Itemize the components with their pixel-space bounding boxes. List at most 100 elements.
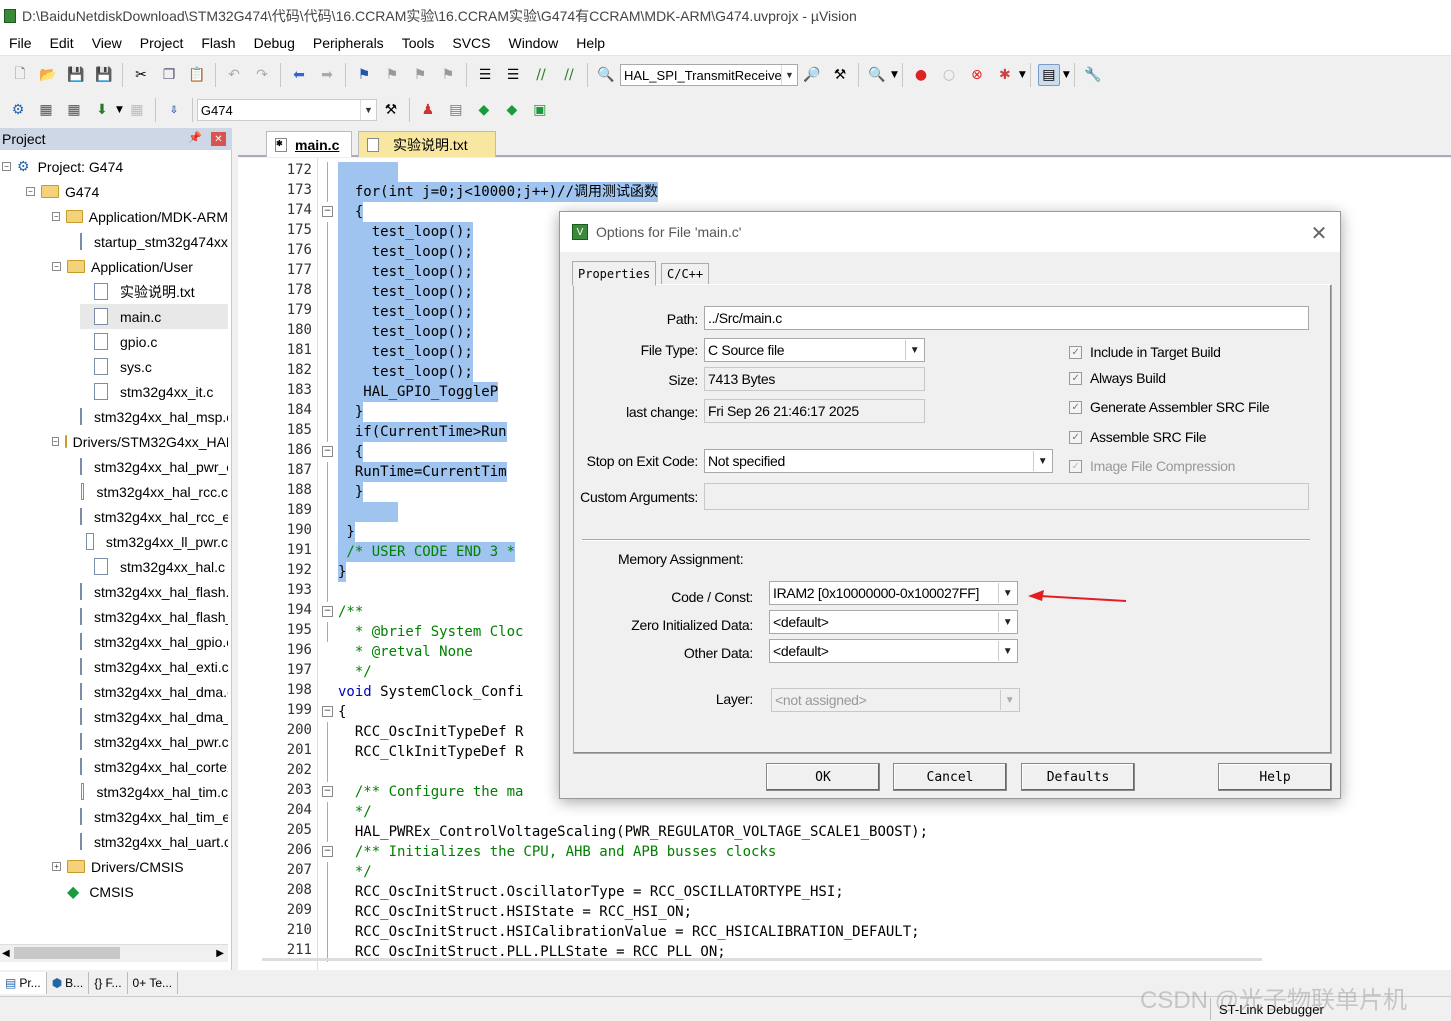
fold-collapse-icon[interactable]: − xyxy=(322,706,333,717)
tree-file-item[interactable]: gpio.c xyxy=(80,329,228,354)
collapse-icon[interactable]: − xyxy=(52,437,59,446)
comment-icon[interactable]: // xyxy=(530,64,552,86)
menu-tools[interactable]: Tools xyxy=(393,35,444,51)
dialog-close-icon[interactable]: ✕ xyxy=(1308,221,1330,245)
breakpoint-icon[interactable]: ● xyxy=(910,64,932,86)
debug-start-icon[interactable]: 🔍 xyxy=(866,64,888,86)
code-line[interactable]: */ xyxy=(338,802,372,822)
translate-icon[interactable]: ⚙ xyxy=(7,99,29,121)
menu-view[interactable]: View xyxy=(83,35,131,51)
code-line[interactable]: /* USER CODE END 3 * xyxy=(338,542,516,562)
uncomment-icon[interactable]: // xyxy=(558,64,580,86)
tree-folder-item[interactable]: − Application/MDK-ARM xyxy=(52,204,228,229)
tab-project[interactable]: ▤ Pr... xyxy=(0,972,47,994)
fold-collapse-icon[interactable]: − xyxy=(322,786,333,797)
scrollbar-thumb[interactable] xyxy=(14,947,120,959)
redo-icon[interactable]: ↷ xyxy=(251,64,273,86)
clear-bookmarks-icon[interactable]: ⚑ xyxy=(437,64,459,86)
indent-icon[interactable]: ☰ xyxy=(474,64,496,86)
code-line[interactable]: test_loop(); xyxy=(338,262,473,282)
fold-collapse-icon[interactable]: − xyxy=(322,846,333,857)
tree-folder-item[interactable]: + Drivers/CMSIS xyxy=(52,854,228,879)
tab-properties[interactable]: Properties xyxy=(572,261,657,286)
collapse-icon[interactable]: − xyxy=(52,262,61,271)
tab-c-cpp[interactable]: C/C++ xyxy=(661,263,710,284)
disable-all-breakpoints-icon[interactable]: ✱ xyxy=(994,64,1016,86)
paste-icon[interactable]: 📋 xyxy=(186,64,208,86)
target-options-icon[interactable]: ⚒ xyxy=(380,99,402,121)
find-icon[interactable]: 🔎 xyxy=(801,64,823,86)
code-line[interactable]: RCC_OscInitStruct.HSIState = RCC_HSI_ON; xyxy=(338,902,692,922)
tree-target-item[interactable]: − G474 xyxy=(26,179,228,204)
menu-svcs[interactable]: SVCS xyxy=(443,35,499,51)
cancel-button[interactable]: Cancel xyxy=(893,763,1007,791)
code-line[interactable]: { xyxy=(338,202,364,222)
code-line[interactable]: if(CurrentTime>Run xyxy=(338,422,507,442)
editor-hscroll[interactable] xyxy=(262,958,1262,961)
stop-build-icon[interactable]: ▦ xyxy=(126,99,148,121)
find-in-files-icon[interactable]: 🔍 xyxy=(595,64,617,86)
code-line[interactable]: } xyxy=(338,402,364,422)
tree-file-item[interactable]: stm32g4xx_hal_pwr_ex.c xyxy=(80,454,228,479)
close-icon[interactable]: ✕ xyxy=(211,132,226,146)
nav-back-icon[interactable]: ⬅ xyxy=(288,64,310,86)
code-line[interactable]: /** Configure the ma xyxy=(338,782,524,802)
other-data-select[interactable]: <default> ▼ xyxy=(769,639,1018,663)
code-line[interactable]: */ xyxy=(338,862,372,882)
build-icon[interactable]: ▦ xyxy=(35,99,57,121)
code-line[interactable]: RCC_OscInitStruct.HSICalibrationValue = … xyxy=(338,922,920,942)
tree-file-item[interactable]: stm32g4xx_hal_tim.c xyxy=(80,779,228,804)
fold-collapse-icon[interactable]: − xyxy=(322,206,333,217)
cut-icon[interactable]: ✂ xyxy=(130,64,152,86)
menu-project[interactable]: Project xyxy=(131,35,193,51)
tree-file-item[interactable]: stm32g4xx_it.c xyxy=(80,379,228,404)
code-line[interactable]: test_loop(); xyxy=(338,242,473,262)
fold-collapse-icon[interactable]: − xyxy=(322,606,333,617)
target-select[interactable]: G474 ▼ xyxy=(196,99,377,121)
tab-main-c[interactable]: ✱ main.c xyxy=(266,131,352,157)
tree-file-item[interactable]: stm32g4xx_hal_dma_ex.c xyxy=(80,704,228,729)
menu-flash[interactable]: Flash xyxy=(192,35,244,51)
tree-file-item[interactable]: stm32g4xx_hal_cortex.c xyxy=(80,754,228,779)
select-software-packs-icon[interactable]: ◆ xyxy=(501,99,523,121)
collapse-icon[interactable]: − xyxy=(52,212,61,221)
code-line[interactable]: { xyxy=(338,442,364,462)
assemble-src-checkbox[interactable]: ✓ Assemble SRC File xyxy=(1069,429,1207,445)
code-line[interactable] xyxy=(338,762,346,782)
ok-button[interactable]: OK xyxy=(766,763,880,791)
menu-debug[interactable]: Debug xyxy=(245,35,304,51)
manage-components-icon[interactable]: ♟ xyxy=(417,99,439,121)
code-line[interactable]: { xyxy=(338,702,346,722)
defaults-button[interactable]: Defaults xyxy=(1021,763,1135,791)
configure-icon[interactable]: 🔧 xyxy=(1082,64,1104,86)
code-line[interactable]: HAL_PWREx_ControlVoltageScaling(PWR_REGU… xyxy=(338,822,928,842)
unindent-icon[interactable]: ☰ xyxy=(502,64,524,86)
tab-readme-txt[interactable]: 实验说明.txt xyxy=(358,131,496,157)
code-line[interactable]: test_loop(); xyxy=(338,362,473,382)
code-line[interactable]: /** Initializes the CPU, AHB and APB bus… xyxy=(338,842,776,862)
code-line[interactable]: RCC_OscInitTypeDef R xyxy=(338,722,524,742)
tree-file-item[interactable]: stm32g4xx_hal.c xyxy=(80,554,228,579)
tree-file-item[interactable]: stm32g4xx_hal_dma.c xyxy=(80,679,228,704)
tree-cmsis-item[interactable]: ◆ CMSIS xyxy=(52,879,228,904)
fold-collapse-icon[interactable]: − xyxy=(322,446,333,457)
include-target-build-checkbox[interactable]: ✓ Include in Target Build xyxy=(1069,344,1221,360)
manage-rte-icon[interactable]: ◆ xyxy=(473,99,495,121)
code-line[interactable]: test_loop(); xyxy=(338,342,473,362)
code-line[interactable]: } xyxy=(338,562,347,582)
tree-file-item[interactable]: stm32g4xx_hal_rcc.c xyxy=(80,479,228,504)
tree-folder-item[interactable]: − Application/User xyxy=(52,254,228,279)
scroll-left-icon[interactable]: ◀ xyxy=(2,948,10,959)
code-line[interactable]: RCC_ClkInitTypeDef R xyxy=(338,742,524,762)
nav-forward-icon[interactable]: ➡ xyxy=(316,64,338,86)
zero-init-select[interactable]: <default> ▼ xyxy=(769,610,1018,634)
tree-file-item[interactable]: startup_stm32g474xx.s xyxy=(80,229,228,254)
tree-file-item[interactable]: stm32g4xx_hal_rcc_ex.c xyxy=(80,504,228,529)
code-line[interactable]: HAL_GPIO_ToggleP xyxy=(338,382,499,402)
code-line[interactable]: * @retval None xyxy=(338,642,473,662)
code-line[interactable]: for(int j=0;j<10000;j++)//调用测试函数 xyxy=(338,182,659,202)
always-build-checkbox[interactable]: ✓ Always Build xyxy=(1069,370,1166,386)
rebuild-icon[interactable]: ▦ xyxy=(63,99,85,121)
tree-file-item[interactable]: stm32g4xx_hal_flash.c xyxy=(80,579,228,604)
tree-file-item[interactable]: stm32g4xx_hal_exti.c xyxy=(80,654,228,679)
